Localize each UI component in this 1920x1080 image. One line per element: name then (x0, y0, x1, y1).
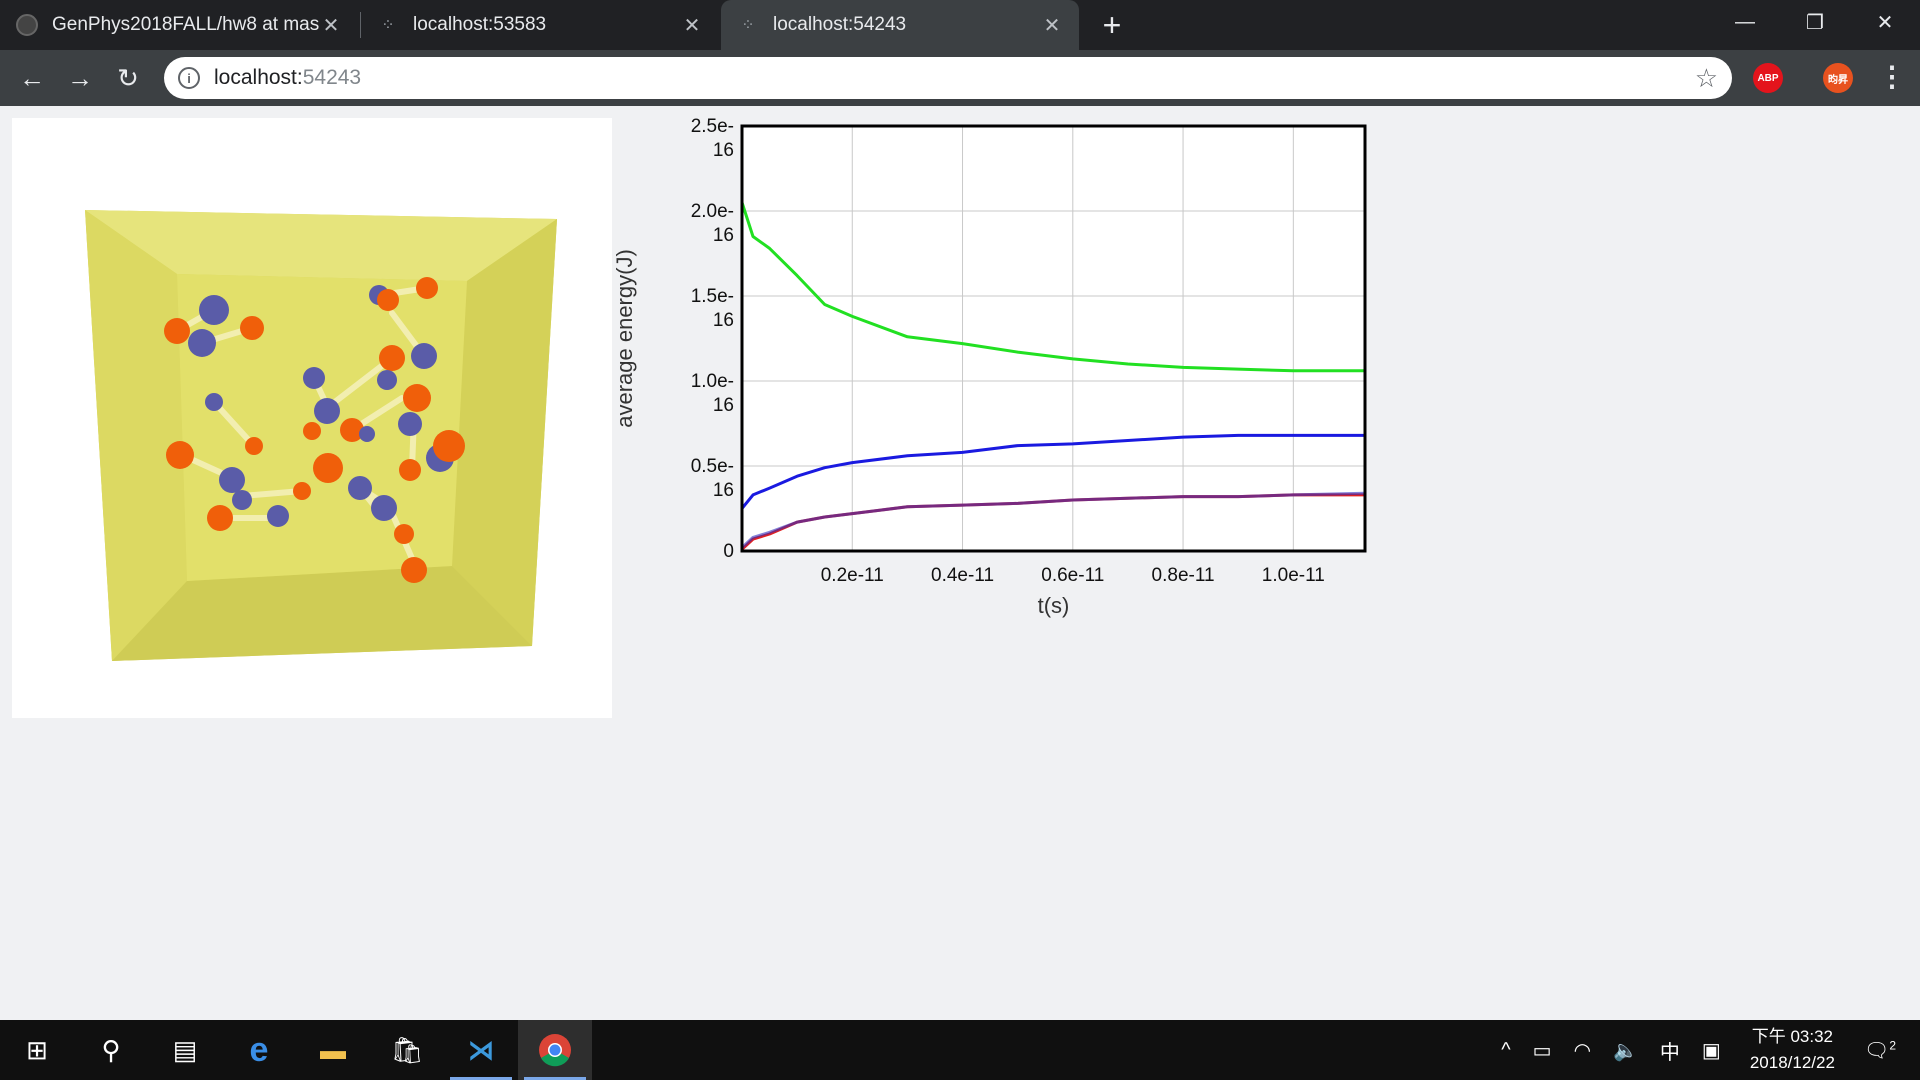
vscode-icon[interactable]: ⋊ (444, 1020, 518, 1080)
chevron-up-icon[interactable]: ^ (1501, 1039, 1510, 1062)
y-tick-label: 0.5e-16 (691, 456, 734, 501)
system-tray: ^ ▭ ◠ 🔈 中 ▣ 下午 03:32 2018/12/22 🗨2 (1490, 1020, 1920, 1080)
volume-muted-icon[interactable]: 🔈 (1613, 1038, 1638, 1063)
file-explorer-icon[interactable]: ▬ (296, 1020, 370, 1080)
reload-icon[interactable]: ↻ (104, 54, 152, 102)
x-tick-label: 0.8e-11 (1152, 565, 1215, 586)
y-tick-label: 2.0e-16 (691, 201, 734, 246)
info-icon[interactable]: i (178, 67, 200, 89)
energy-chart: 0.2e-11 0.4e-11 0.6e-11 0.8e-11 1.0e-11 0 0.5e… (612, 110, 1532, 735)
new-tab-button[interactable]: + (1091, 4, 1133, 46)
profile-avatar[interactable]: 昀昇 (1823, 63, 1853, 93)
browser-toolbar: ← → ↻ i localhost:54243 ☆ ABP 昀昇 ⋮ (0, 50, 1920, 106)
github-icon (16, 14, 38, 36)
y-tick-label: 2.5e-16 (691, 116, 734, 161)
task-view-icon[interactable]: ▤ (148, 1020, 222, 1080)
clock[interactable]: 下午 03:32 2018/12/22 (1750, 1024, 1835, 1076)
x-tick-label: 0.4e-11 (931, 565, 994, 586)
notification-icon[interactable]: 🗨2 (1864, 1038, 1896, 1063)
close-window-icon[interactable]: ✕ (1850, 0, 1920, 44)
menu-icon[interactable]: ⋮ (1878, 60, 1906, 93)
chrome-logo (539, 1034, 571, 1067)
window-controls: — ❐ ✕ (1710, 0, 1920, 44)
minimize-icon[interactable]: — (1710, 0, 1780, 44)
tab-localhost-54243[interactable]: ⁘ localhost:54243 ✕ (721, 0, 1079, 50)
tab-localhost-53583[interactable]: ⁘ localhost:53583 ✕ (361, 0, 719, 50)
battery-icon[interactable]: ▭ (1533, 1038, 1552, 1063)
y-tick-label: 1.5e-16 (691, 286, 734, 331)
close-tab-icon[interactable]: ✕ (1041, 13, 1063, 38)
plot-background (742, 126, 1365, 551)
box-left-face (85, 210, 187, 661)
bookmark-star-icon[interactable]: ☆ (1695, 63, 1718, 94)
adblock-extension-icon[interactable]: ABP (1753, 63, 1783, 93)
tab-title: GenPhys2018FALL/hw8 at mas (52, 14, 320, 35)
x-axis-label: t(s) (1038, 593, 1070, 618)
restore-icon[interactable]: ❐ (1780, 0, 1850, 44)
energy-chart-svg: 0.2e-11 0.4e-11 0.6e-11 0.8e-11 1.0e-11 0 0.5e… (612, 116, 1367, 618)
forward-icon[interactable]: → (56, 54, 104, 102)
back-icon[interactable]: ← (8, 54, 56, 102)
y-tick-label: 0 (723, 541, 734, 562)
y-axis-label: average energy(J) (612, 249, 637, 428)
page-viewport: 0.2e-11 0.4e-11 0.6e-11 0.8e-11 1.0e-11 0 0.5e… (0, 106, 1920, 1020)
ime-indicator[interactable]: 中 (1660, 1036, 1680, 1065)
browser-titlebar: GenPhys2018FALL/hw8 at mas ✕ ⁘ localhost… (0, 0, 1920, 50)
chrome-icon[interactable] (518, 1020, 592, 1080)
x-tick-label: 0.6e-11 (1041, 565, 1104, 586)
search-icon[interactable]: ⚲ (74, 1020, 148, 1080)
y-tick-label: 1.0e-16 (691, 371, 734, 416)
molecule-box-3d (85, 210, 557, 661)
notification-count: 2 (1889, 1037, 1896, 1052)
tab-title: localhost:54243 (773, 14, 907, 35)
url-text: localhost:54243 (214, 66, 362, 89)
clock-date: 2018/12/22 (1749, 1053, 1835, 1072)
molecule-3d-canvas[interactable] (12, 118, 612, 718)
clock-time: 下午 03:32 (1751, 1027, 1833, 1046)
x-tick-label: 1.0e-11 (1262, 565, 1325, 586)
loading-icon: ⁘ (381, 17, 395, 34)
store-icon[interactable]: 🛍 (370, 1020, 444, 1080)
windows-start-icon[interactable]: ⊞ (0, 1020, 74, 1080)
edge-icon[interactable]: e (222, 1020, 296, 1080)
x-tick-label: 0.2e-11 (821, 565, 884, 586)
loading-icon: ⁘ (741, 17, 755, 34)
wifi-icon[interactable]: ◠ (1574, 1038, 1591, 1063)
close-tab-icon[interactable]: ✕ (681, 13, 703, 38)
windows-taskbar: ⊞ ⚲ ▤ e ▬ 🛍 ⋊ ^ ▭ ◠ 🔈 中 ▣ 下午 03:32 2018/… (0, 1020, 1920, 1080)
chart-grid (742, 125, 1365, 551)
ime-mode-icon[interactable]: ▣ (1702, 1038, 1721, 1063)
tab-github[interactable]: GenPhys2018FALL/hw8 at mas ✕ (0, 0, 358, 50)
close-tab-icon[interactable]: ✕ (320, 13, 342, 38)
tab-title: localhost:53583 (413, 14, 547, 35)
address-bar[interactable]: i localhost:54243 ☆ (164, 57, 1732, 99)
